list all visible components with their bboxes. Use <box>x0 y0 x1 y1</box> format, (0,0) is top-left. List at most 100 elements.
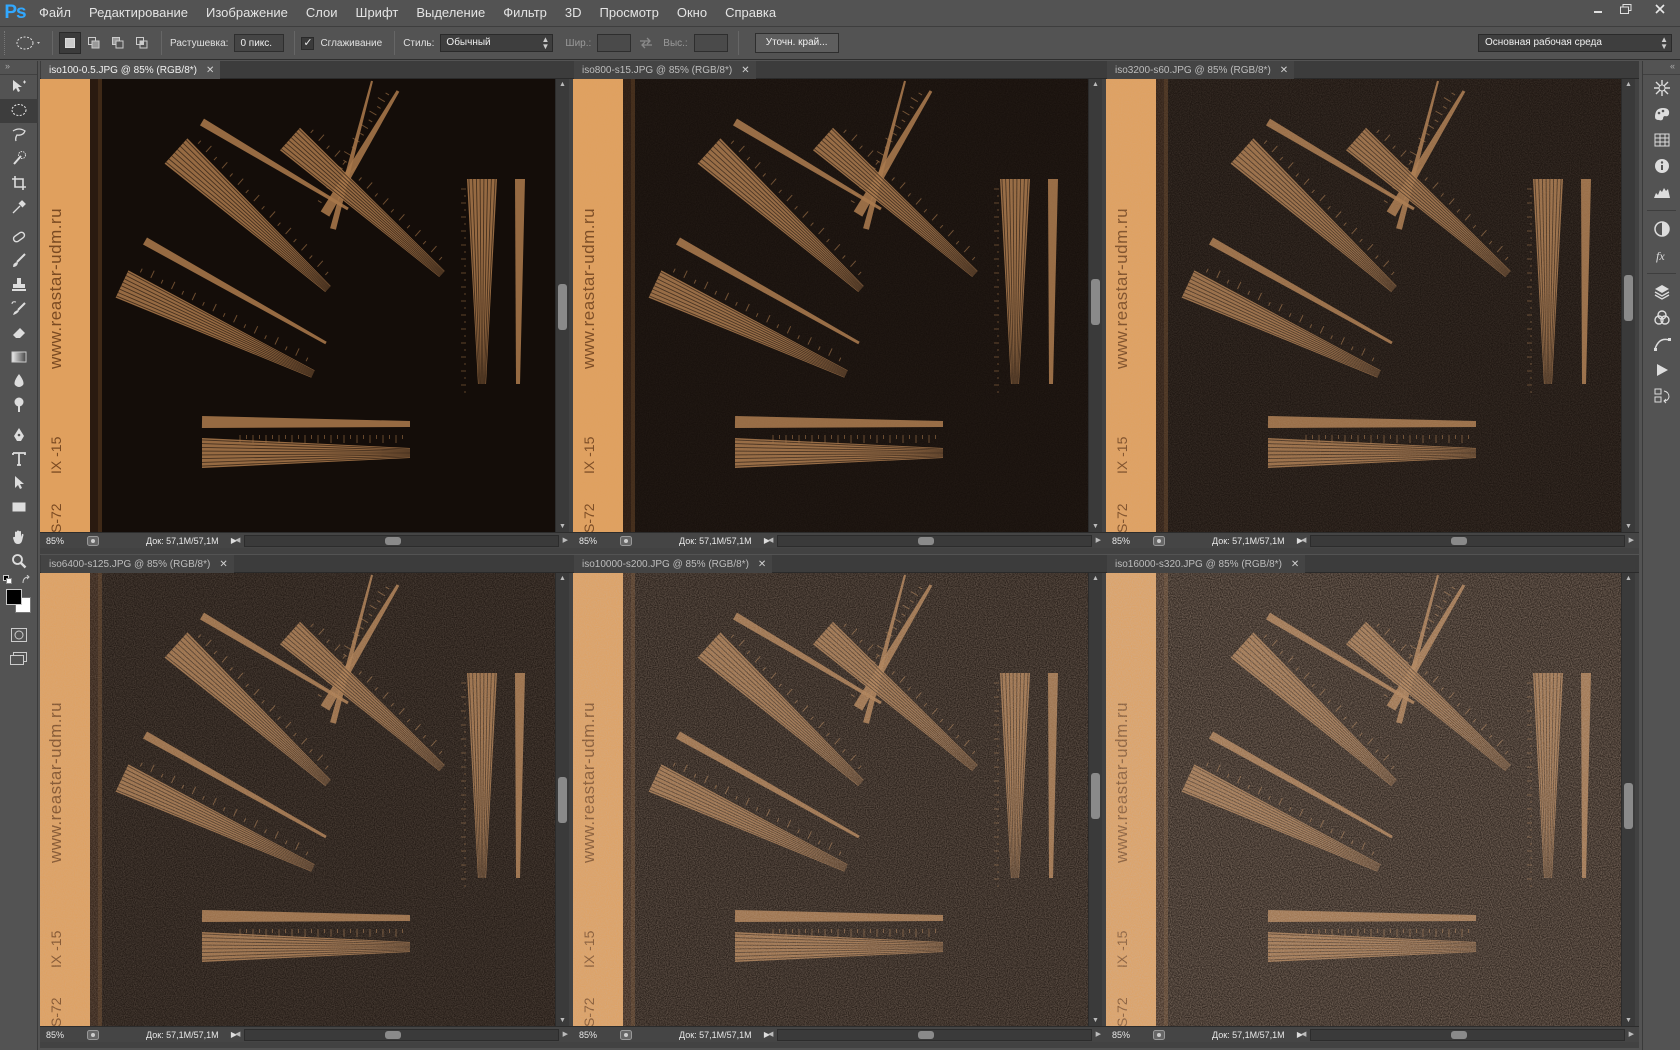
zoom-level[interactable]: 85% <box>1106 1030 1152 1040</box>
vertical-scrollbar[interactable]: ▲ ▼ <box>1088 573 1102 1026</box>
scrollbar-thumb[interactable] <box>918 536 934 545</box>
document-tab[interactable]: iso3200-s60.JPG @ 85% (RGB/8*) ✕ <box>1107 61 1295 79</box>
scroll-up-icon[interactable]: ▲ <box>559 81 566 88</box>
add-selection-icon[interactable] <box>83 32 105 54</box>
menu-item[interactable]: Выделение <box>407 0 494 26</box>
menu-item[interactable]: Изображение <box>197 0 297 26</box>
history-brush-icon[interactable] <box>0 297 38 321</box>
document-canvas[interactable]: www.reastar-udm.ruIX -15S-72 <box>1106 79 1621 532</box>
horizontal-scrollbar[interactable]: ◀ ▶ <box>235 534 568 547</box>
scroll-right-icon[interactable]: ▶ <box>1629 1030 1634 1038</box>
zoom-level[interactable]: 85% <box>40 536 86 546</box>
info-icon[interactable] <box>1643 153 1680 179</box>
dodge-icon[interactable] <box>0 393 38 417</box>
vertical-scrollbar[interactable]: ▲ ▼ <box>555 573 569 1026</box>
close-icon[interactable]: ✕ <box>219 559 227 570</box>
scroll-up-icon[interactable]: ▲ <box>1625 81 1632 88</box>
clone-stamp-icon[interactable] <box>0 273 38 297</box>
document-tab[interactable]: iso10000-s200.JPG @ 85% (RGB/8*) ✕ <box>574 555 773 573</box>
elliptical-marquee-icon[interactable] <box>0 99 38 123</box>
document-canvas[interactable]: www.reastar-udm.ruIX -15S-72 <box>1106 573 1621 1026</box>
scrollbar-thumb[interactable] <box>1451 536 1467 545</box>
refine-edge-button[interactable]: Уточн. край... <box>754 33 839 53</box>
scrollbar-thumb[interactable] <box>558 284 567 330</box>
color-icon[interactable] <box>1643 101 1680 127</box>
scroll-right-icon[interactable]: ▶ <box>563 536 568 544</box>
scroll-down-icon[interactable]: ▼ <box>559 1017 566 1024</box>
scrollbar-thumb[interactable] <box>1451 1030 1467 1039</box>
scroll-left-icon[interactable]: ◀ <box>768 1030 773 1038</box>
options-grip[interactable] <box>4 31 12 55</box>
menu-item[interactable]: Справка <box>716 0 785 26</box>
horizontal-scrollbar[interactable]: ◀ ▶ <box>768 534 1101 547</box>
adjustments-icon[interactable] <box>1643 216 1680 242</box>
status-menu-icon[interactable] <box>86 535 100 547</box>
document-canvas[interactable]: www.reastar-udm.ruIX -15S-72 <box>40 79 555 532</box>
scrollbar-thumb[interactable] <box>385 1030 401 1039</box>
document-canvas[interactable]: www.reastar-udm.ruIX -15S-72 <box>573 79 1088 532</box>
scroll-right-icon[interactable]: ▶ <box>1096 536 1101 544</box>
lasso-icon[interactable] <box>0 123 38 147</box>
subtract-selection-icon[interactable] <box>107 32 129 54</box>
eyedropper-icon[interactable] <box>0 195 38 219</box>
feather-input[interactable] <box>234 34 285 52</box>
menu-item[interactable]: Редактирование <box>80 0 197 26</box>
height-input[interactable] <box>693 34 728 52</box>
tool-preset-picker[interactable] <box>12 31 46 55</box>
scroll-right-icon[interactable]: ▶ <box>1629 536 1634 544</box>
paths-icon[interactable] <box>1643 331 1680 357</box>
actions-icon[interactable] <box>1643 357 1680 383</box>
app-logo[interactable]: Ps <box>0 0 30 26</box>
close-icon[interactable]: ✕ <box>206 65 214 76</box>
scrollbar-thumb[interactable] <box>1624 783 1633 829</box>
vertical-scrollbar[interactable]: ▲ ▼ <box>555 79 569 532</box>
style-select[interactable]: Обычный ▲ ▼ <box>440 34 554 52</box>
scroll-left-icon[interactable]: ◀ <box>1301 1030 1306 1038</box>
scroll-right-icon[interactable]: ▶ <box>563 1030 568 1038</box>
status-menu-icon[interactable] <box>619 535 633 547</box>
menu-item[interactable]: Фильтр <box>494 0 556 26</box>
document-tab[interactable]: iso16000-s320.JPG @ 85% (RGB/8*) ✕ <box>1107 555 1306 573</box>
tools-panel-header[interactable]: » <box>0 61 37 75</box>
document-tab[interactable]: iso100-0.5.JPG @ 85% (RGB/8*) ✕ <box>41 61 221 79</box>
document-canvas[interactable]: www.reastar-udm.ruIX -15S-72 <box>40 573 555 1026</box>
scrollbar-thumb[interactable] <box>1624 275 1633 321</box>
rectangle-icon[interactable] <box>0 495 38 519</box>
scroll-down-icon[interactable]: ▼ <box>1625 1017 1632 1024</box>
scroll-up-icon[interactable]: ▲ <box>1092 575 1099 582</box>
scroll-left-icon[interactable]: ◀ <box>768 536 773 544</box>
document-canvas[interactable]: www.reastar-udm.ruIX -15S-72 <box>573 573 1088 1026</box>
close-icon[interactable]: ✕ <box>758 559 766 570</box>
close-icon[interactable]: ✕ <box>1291 559 1299 570</box>
swatches-icon[interactable] <box>1643 127 1680 153</box>
channels-icon[interactable] <box>1643 305 1680 331</box>
move-tool-icon[interactable] <box>0 75 38 99</box>
quick-selection-icon[interactable] <box>0 147 38 171</box>
scroll-down-icon[interactable]: ▼ <box>1092 523 1099 530</box>
antialias-checkbox[interactable]: ✓ <box>301 36 315 50</box>
brush-icon[interactable] <box>0 249 38 273</box>
spot-healing-icon[interactable] <box>0 225 38 249</box>
menu-item[interactable]: Шрифт <box>347 0 408 26</box>
crop-icon[interactable] <box>0 171 38 195</box>
status-menu-icon[interactable] <box>1152 535 1166 547</box>
blur-icon[interactable] <box>0 369 38 393</box>
close-icon[interactable] <box>1640 0 1680 18</box>
horizontal-scrollbar[interactable]: ◀ ▶ <box>768 1028 1101 1041</box>
screen-mode-icon[interactable] <box>0 647 38 671</box>
menu-item[interactable]: Слои <box>297 0 347 26</box>
width-input[interactable] <box>597 34 632 52</box>
vertical-scrollbar[interactable]: ▲ ▼ <box>1621 573 1635 1026</box>
scroll-down-icon[interactable]: ▼ <box>559 523 566 530</box>
swap-colors-icon[interactable] <box>22 575 32 585</box>
horizontal-scrollbar[interactable]: ◀ ▶ <box>1301 534 1634 547</box>
intersect-selection-icon[interactable] <box>131 32 153 54</box>
menu-item[interactable]: 3D <box>556 0 591 26</box>
type-icon[interactable] <box>0 447 38 471</box>
scroll-left-icon[interactable]: ◀ <box>235 1030 240 1038</box>
dock-header[interactable]: « <box>1643 61 1680 75</box>
scrollbar-thumb[interactable] <box>918 1030 934 1039</box>
pen-icon[interactable] <box>0 423 38 447</box>
scroll-up-icon[interactable]: ▲ <box>1092 81 1099 88</box>
vertical-scrollbar[interactable]: ▲ ▼ <box>1088 79 1102 532</box>
